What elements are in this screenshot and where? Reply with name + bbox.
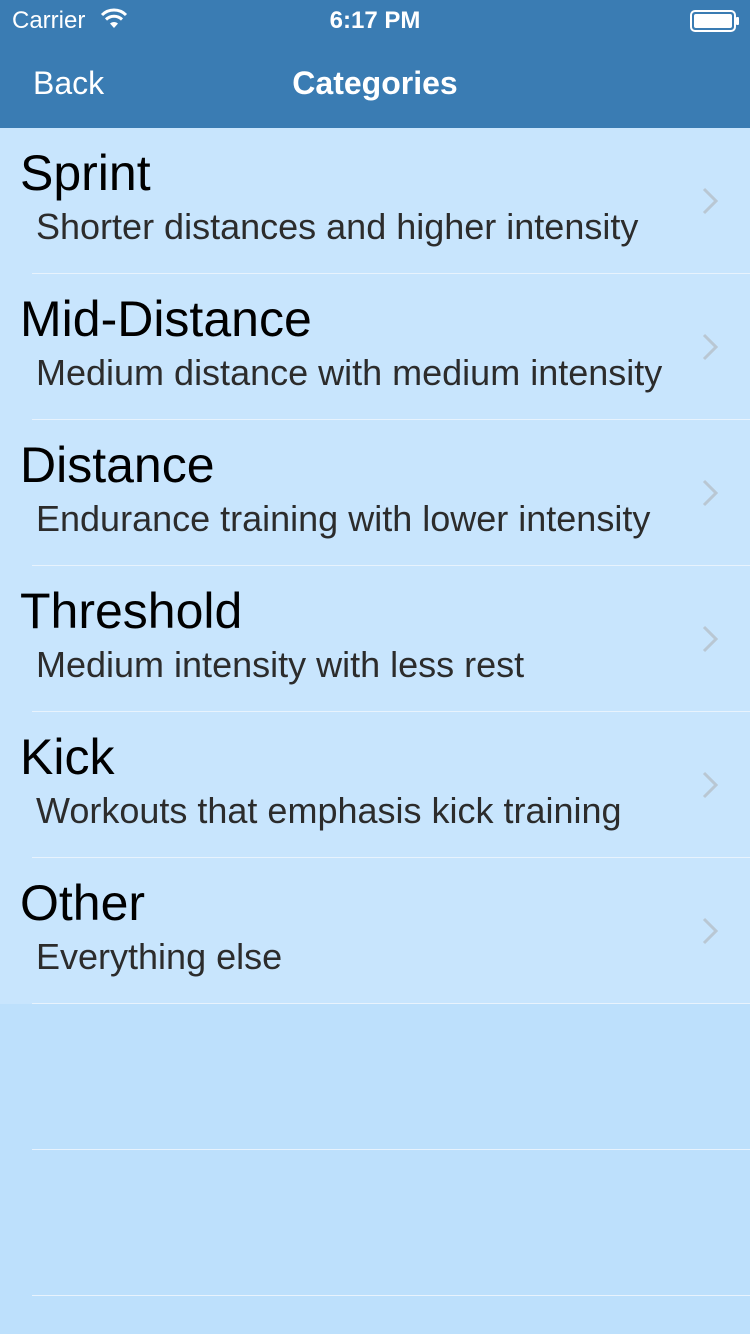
list-item-mid-distance[interactable]: Mid-Distance Medium distance with medium…: [0, 274, 750, 420]
chevron-right-icon: [702, 479, 719, 507]
status-bar: Carrier 6:17 PM: [0, 0, 750, 40]
list-item-sprint[interactable]: Sprint Shorter distances and higher inte…: [0, 128, 750, 274]
category-title: Other: [20, 875, 146, 931]
chevron-right-icon: [702, 187, 719, 215]
battery-icon: [690, 10, 739, 32]
category-title: Kick: [20, 729, 115, 785]
chevron-right-icon: [702, 917, 719, 945]
empty-row: [0, 1150, 750, 1296]
status-time: 6:17 PM: [329, 7, 421, 34]
row-divider: [32, 1295, 750, 1296]
list-item-other[interactable]: Other Everything else: [0, 858, 750, 1004]
category-title: Sprint: [20, 145, 151, 201]
category-list: Sprint Shorter distances and higher inte…: [0, 128, 750, 1296]
category-subtitle: Endurance training with lower intensity: [36, 498, 651, 539]
category-title: Distance: [20, 437, 215, 493]
category-title: Mid-Distance: [20, 291, 312, 347]
list-item-kick[interactable]: Kick Workouts that emphasis kick trainin…: [0, 712, 750, 858]
list-item-threshold[interactable]: Threshold Medium intensity with less res…: [0, 566, 750, 712]
category-subtitle: Medium intensity with less rest: [36, 644, 525, 685]
header: Carrier 6:17 PM Back Categories: [0, 0, 750, 128]
list-item-distance[interactable]: Distance Endurance training with lower i…: [0, 420, 750, 566]
chevron-right-icon: [702, 625, 719, 653]
empty-row: [0, 1004, 750, 1150]
category-title: Threshold: [20, 583, 243, 639]
category-subtitle: Shorter distances and higher intensity: [36, 206, 639, 247]
category-subtitle: Medium distance with medium intensity: [36, 352, 663, 393]
page-title: Categories: [292, 65, 458, 101]
category-subtitle: Everything else: [36, 936, 283, 977]
chevron-right-icon: [702, 771, 719, 799]
category-subtitle: Workouts that emphasis kick training: [36, 790, 622, 831]
chevron-right-icon: [702, 333, 719, 361]
navigation-bar: Back Categories: [0, 40, 750, 128]
